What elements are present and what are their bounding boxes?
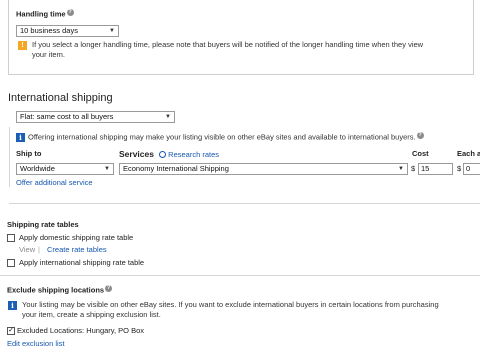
help-icon[interactable]: ? xyxy=(105,285,113,292)
cost-input[interactable]: 15 xyxy=(418,163,453,175)
research-rates-icon xyxy=(159,151,167,158)
cost-header: Cost xyxy=(412,149,429,158)
chevron-down-icon: ▼ xyxy=(398,166,404,172)
excluded-locations-checkbox[interactable]: ✓ xyxy=(7,327,15,335)
rate-tables-separator: | xyxy=(38,245,40,254)
view-rate-tables: View xyxy=(19,245,36,254)
service-select[interactable]: Economy International Shipping ▼ xyxy=(119,163,408,175)
exclude-info-text: Your listing may be visible on other eBa… xyxy=(22,300,439,319)
each-additional-header: Each a xyxy=(457,149,480,158)
handling-time-select[interactable]: 10 business days ▼ xyxy=(16,25,119,37)
international-info-text: Offering international shipping may make… xyxy=(28,132,424,142)
section-left-border xyxy=(9,127,10,187)
chevron-down-icon: ▼ xyxy=(104,166,110,172)
international-rate-table-label: Apply international shipping rate table xyxy=(19,258,145,267)
handling-time-panel xyxy=(8,0,474,75)
edit-exclusion-list-link[interactable]: Edit exclusion list xyxy=(7,339,65,349)
domestic-rate-table-checkbox[interactable] xyxy=(7,234,15,242)
help-icon[interactable]: ? xyxy=(416,132,424,139)
international-method-select[interactable]: Flat: same cost to all buyers ▼ xyxy=(16,111,175,123)
handling-warning-text: If you select a longer handling time, pl… xyxy=(32,40,424,59)
each-currency: $ xyxy=(457,164,462,173)
ship-to-header: Ship to xyxy=(16,149,42,158)
excluded-locations-label: Excluded Locations: Hungary, PO Box xyxy=(17,326,145,335)
section-divider xyxy=(9,203,480,204)
handling-time-label: Handling time? xyxy=(16,9,74,19)
chevron-down-icon: ▼ xyxy=(109,28,115,34)
international-shipping-heading: International shipping xyxy=(8,92,113,104)
info-icon: i xyxy=(16,133,25,142)
warning-icon: ! xyxy=(18,41,27,50)
cost-currency: $ xyxy=(411,164,416,173)
shipping-rate-tables-heading: Shipping rate tables xyxy=(7,220,79,229)
info-icon: i xyxy=(8,301,17,310)
services-header: Services Research rates xyxy=(119,149,220,159)
help-icon[interactable]: ? xyxy=(66,9,74,16)
exclude-locations-heading: Exclude shipping locations? xyxy=(7,285,113,295)
each-additional-input[interactable]: 0 xyxy=(463,163,480,175)
international-rate-table-checkbox[interactable] xyxy=(7,259,15,267)
domestic-rate-table-label: Apply domestic shipping rate table xyxy=(19,233,134,242)
offer-additional-service-link[interactable]: Offer additional service xyxy=(16,178,93,188)
chevron-down-icon: ▼ xyxy=(165,114,171,120)
section-divider xyxy=(0,275,480,276)
create-rate-tables-link[interactable]: Create rate tables xyxy=(47,245,107,255)
research-rates-link[interactable]: Research rates xyxy=(168,150,219,159)
ship-to-select[interactable]: Worldwide ▼ xyxy=(16,163,114,175)
